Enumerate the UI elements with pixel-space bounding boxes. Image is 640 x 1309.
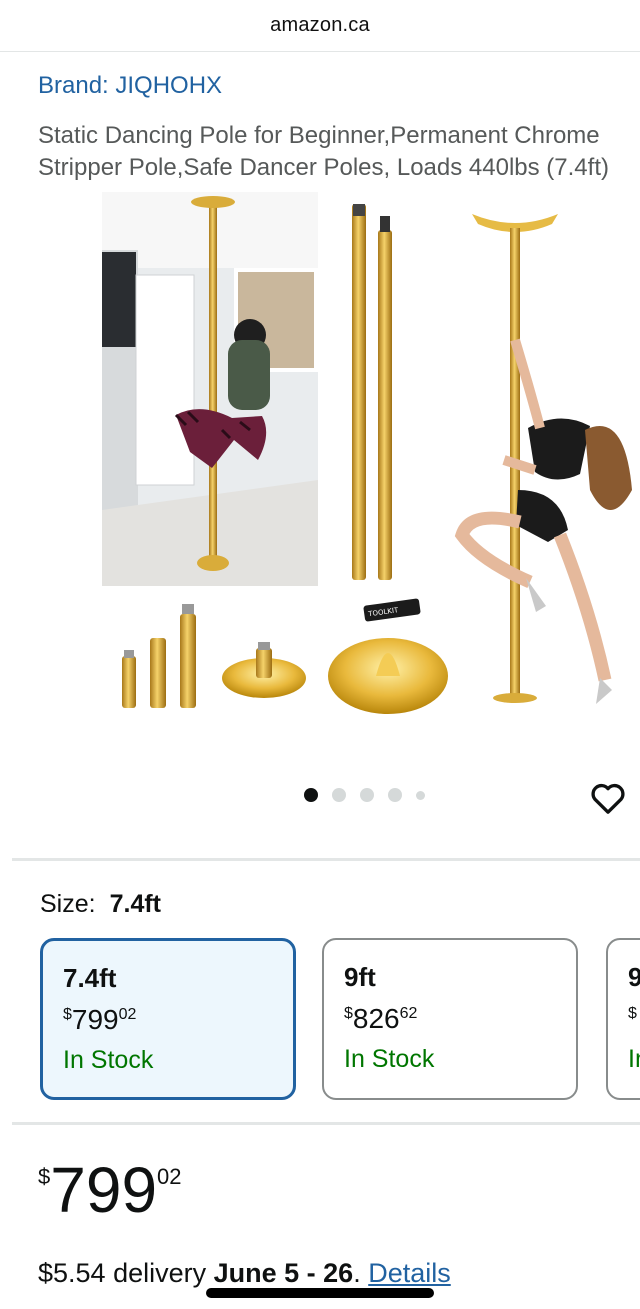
product-title-line-1: Static Dancing Pole for Beginner,Permane… <box>38 122 600 149</box>
pagination-dot-1[interactable] <box>304 788 318 802</box>
brand-link[interactable]: Brand: JIQHOHX <box>38 72 222 100</box>
product-title-line-2: Stripper Pole,Safe Dancer Poles, Loads 4… <box>38 154 609 181</box>
size-option-7-4ft[interactable]: 7.4ft $79902 In Stock <box>40 938 296 1100</box>
size-option-price: $79902 <box>63 1004 137 1035</box>
delivery-date: June 5 - 26 <box>213 1258 354 1288</box>
delivery-details-link[interactable]: Details <box>368 1258 451 1288</box>
size-label-text: Size: <box>40 890 96 918</box>
size-selected-value: 7.4ft <box>109 890 161 918</box>
room-photo <box>102 192 318 586</box>
size-option-stock: In Stock <box>63 1046 154 1074</box>
delivery-cost: $5.54 delivery <box>38 1258 207 1288</box>
url-text: amazon.ca <box>270 14 370 36</box>
price-whole: 799 <box>50 1154 158 1226</box>
size-option-stock: In <box>628 1045 640 1073</box>
size-option-price: $82662 <box>344 1003 418 1034</box>
size-option-price: $ <box>628 1005 637 1022</box>
pagination-dot-3[interactable] <box>360 788 374 802</box>
size-option-partial[interactable]: 9 $ In <box>606 938 640 1100</box>
heart-icon[interactable] <box>588 778 628 818</box>
product-price: $ 799 02 <box>38 1154 182 1226</box>
delivery-separator: . <box>353 1258 361 1288</box>
size-option-name: 7.4ft <box>63 963 117 993</box>
size-option-9ft[interactable]: 9ft $82662 In Stock <box>322 938 578 1100</box>
size-label: Size: 7.4ft <box>40 890 161 919</box>
section-divider <box>12 1122 640 1125</box>
delivery-info: $5.54 delivery June 5 - 26. Details <box>38 1258 451 1289</box>
pagination-dot-5[interactable] <box>416 790 425 800</box>
dancer-photo <box>454 214 632 704</box>
size-option-stock: In Stock <box>344 1045 435 1073</box>
image-pagination[interactable] <box>304 788 425 802</box>
price-fraction: 02 <box>157 1164 182 1189</box>
browser-url-bar[interactable]: amazon.ca <box>0 0 640 52</box>
section-divider <box>12 858 640 861</box>
small-parts: TOOLKIT <box>122 598 448 714</box>
product-image-gallery[interactable]: TOOLKIT <box>0 190 640 730</box>
pole-pieces <box>352 204 392 580</box>
pagination-dot-2[interactable] <box>332 788 346 802</box>
price-currency: $ <box>38 1164 51 1189</box>
size-option-name: 9 <box>628 962 640 992</box>
product-title: Static Dancing Pole for Beginner,Permane… <box>38 120 640 184</box>
size-option-name: 9ft <box>344 962 376 992</box>
product-image: TOOLKIT <box>102 192 632 714</box>
pagination-dot-4[interactable] <box>388 788 402 802</box>
home-indicator[interactable] <box>206 1288 434 1298</box>
